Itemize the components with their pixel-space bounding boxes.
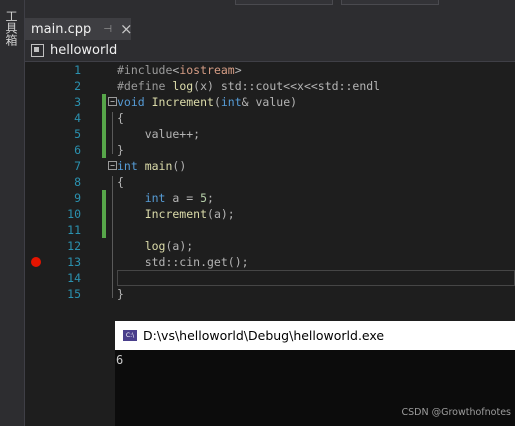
- line-number: 4: [74, 111, 81, 125]
- code-line[interactable]: 7 − int main(): [25, 158, 515, 174]
- line-number: 2: [74, 79, 81, 93]
- tab-main-cpp[interactable]: main.cpp ⊣ ×: [25, 18, 133, 40]
- line-number: 7: [74, 159, 81, 173]
- line-number: 5: [74, 127, 81, 141]
- code-editor[interactable]: 1 #include<iostream>2 #define log(x) std::…: [25, 62, 515, 320]
- console-title: D:\vs\helloworld\Debug\helloworld.exe: [143, 328, 385, 343]
- watermark: CSDN @Growthofnotes: [401, 407, 511, 418]
- code-line[interactable]: 10 Increment(a);: [25, 206, 515, 222]
- line-number: 10: [67, 207, 81, 221]
- toolbar-dropdown-left[interactable]: [235, 0, 333, 5]
- code-line[interactable]: 2 #define log(x) std::cout<<x<<std::endl: [25, 78, 515, 94]
- code-line[interactable]: 8{: [25, 174, 515, 190]
- code-text[interactable]: int main(): [117, 158, 186, 174]
- change-indicator: [102, 206, 106, 222]
- code-text[interactable]: std::cin.get();: [117, 254, 249, 270]
- toolbox-label[interactable]: 工具箱: [4, 10, 18, 46]
- line-number: 13: [67, 255, 81, 269]
- change-indicator: [102, 142, 106, 158]
- code-text[interactable]: #define log(x) std::cout<<x<<std::endl: [117, 78, 380, 94]
- line-number: 15: [67, 287, 81, 301]
- change-indicator: [102, 110, 106, 126]
- code-line[interactable]: 15}: [25, 286, 515, 302]
- navigation-bar[interactable]: helloworld: [25, 40, 515, 62]
- code-line[interactable]: 13 std::cin.get();: [25, 254, 515, 270]
- toolbar-dropdown-right[interactable]: [341, 0, 439, 5]
- code-text[interactable]: void Increment(int& value): [117, 94, 297, 110]
- code-text[interactable]: }: [117, 286, 124, 302]
- line-number: 12: [67, 239, 81, 253]
- change-indicator: [102, 94, 106, 110]
- change-indicator: [102, 222, 106, 238]
- tab-label: main.cpp: [31, 21, 92, 37]
- console-title-bar[interactable]: C:\ D:\vs\helloworld\Debug\helloworld.ex…: [115, 321, 515, 350]
- code-line[interactable]: 14: [25, 270, 515, 286]
- collapse-icon[interactable]: −: [108, 97, 117, 106]
- code-text[interactable]: {: [117, 174, 124, 190]
- close-icon[interactable]: ×: [120, 21, 133, 37]
- fold-guide: [112, 112, 113, 154]
- line-number: 11: [67, 223, 81, 237]
- code-line[interactable]: 5 value++;: [25, 126, 515, 142]
- line-number: 9: [74, 191, 81, 205]
- code-text[interactable]: Increment(a);: [117, 206, 235, 222]
- code-line[interactable]: 11: [25, 222, 515, 238]
- line-number: 6: [74, 143, 81, 157]
- code-line[interactable]: 4{: [25, 110, 515, 126]
- change-indicator: [102, 126, 106, 142]
- line-number: 3: [74, 95, 81, 109]
- code-line[interactable]: 6}: [25, 142, 515, 158]
- current-line-highlight: [117, 270, 515, 286]
- project-dropdown-label[interactable]: helloworld: [50, 43, 117, 58]
- fold-guide: [112, 176, 113, 298]
- code-line[interactable]: 12 log(a);: [25, 238, 515, 254]
- top-bar: [25, 0, 515, 18]
- code-text[interactable]: #include<iostream>: [117, 62, 242, 78]
- line-number: 1: [74, 63, 81, 77]
- code-text[interactable]: int a = 5;: [117, 190, 214, 206]
- code-line[interactable]: 1 #include<iostream>: [25, 62, 515, 78]
- code-text[interactable]: {: [117, 110, 124, 126]
- pin-icon[interactable]: ⊣: [103, 24, 112, 35]
- line-number: 8: [74, 175, 81, 189]
- code-text[interactable]: }: [117, 142, 124, 158]
- editor-tab-strip: main.cpp ⊣ ×: [25, 18, 515, 42]
- toolbox-strip[interactable]: 工具箱: [0, 0, 25, 426]
- console-output: 6: [116, 353, 124, 367]
- code-text[interactable]: log(a);: [117, 238, 193, 254]
- collapse-icon[interactable]: −: [108, 161, 117, 170]
- project-icon: [31, 44, 44, 57]
- change-indicator: [102, 190, 106, 206]
- code-line[interactable]: 3 − void Increment(int& value): [25, 94, 515, 110]
- console-app-icon: C:\: [123, 330, 137, 341]
- line-number: 14: [67, 271, 81, 285]
- code-line[interactable]: 9 int a = 5;: [25, 190, 515, 206]
- code-text[interactable]: value++;: [117, 126, 200, 142]
